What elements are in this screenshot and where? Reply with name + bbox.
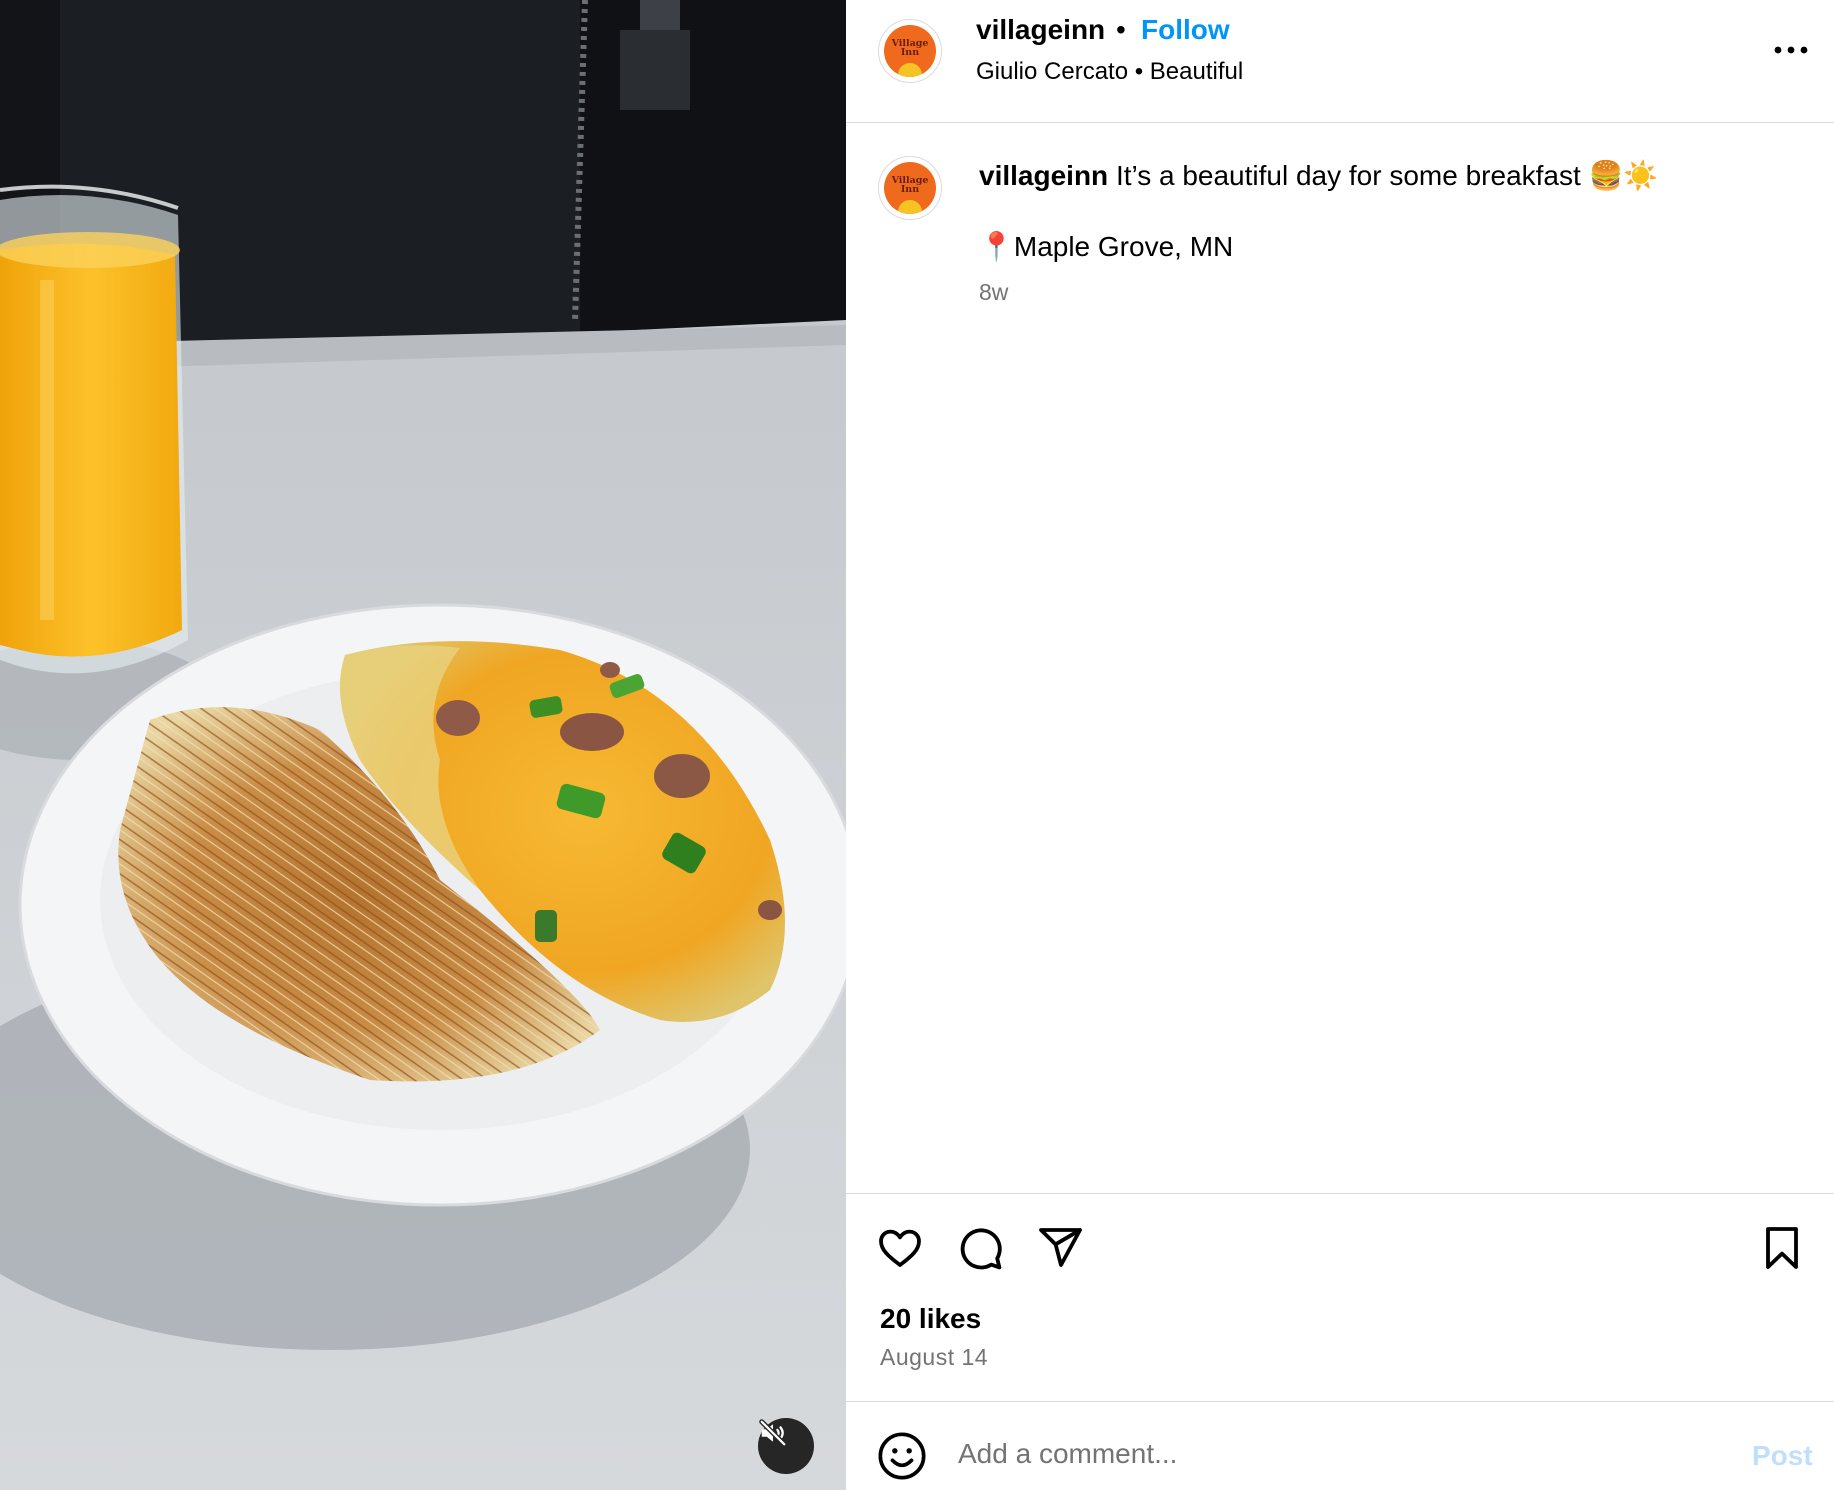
bookmark-icon <box>1766 1227 1798 1269</box>
logo-text: Village Inn <box>891 175 929 195</box>
caption-text: villageinn It’s a beautiful day for some… <box>979 158 1799 194</box>
action-bar: 20 likes August 14 <box>846 1193 1834 1400</box>
post-header: Village Inn villageinn • Follow Giulio C… <box>846 0 1834 123</box>
comment-bar: Post <box>846 1401 1834 1490</box>
likes-count[interactable]: 20 likes <box>880 1303 981 1335</box>
like-button[interactable] <box>874 1222 926 1274</box>
mute-toggle-button[interactable] <box>758 1418 814 1474</box>
caption-location: 📍Maple Grove, MN <box>979 231 1234 262</box>
header-username[interactable]: villageinn <box>976 14 1105 46</box>
heart-icon <box>879 1229 921 1267</box>
post-date: August 14 <box>880 1344 989 1370</box>
post-comment-button[interactable]: Post <box>1752 1440 1813 1472</box>
emoji-smiley-icon <box>878 1432 926 1480</box>
more-options-button[interactable] <box>1766 30 1816 70</box>
speaker-muted-icon <box>759 1419 787 1447</box>
more-options-icon <box>1774 46 1808 54</box>
follow-button[interactable]: Follow <box>1141 14 1230 46</box>
breakfast-photo <box>0 0 846 1490</box>
caption-body: It’s a beautiful day for some breakfast … <box>1115 160 1659 191</box>
comment-input[interactable] <box>958 1426 1678 1482</box>
village-inn-logo: Village Inn <box>884 162 936 214</box>
comment-bubble-icon <box>960 1228 1002 1270</box>
save-button[interactable] <box>1756 1222 1808 1274</box>
comment-button[interactable] <box>954 1222 1006 1274</box>
audio-attribution[interactable]: Giulio Cercato • Beautiful <box>976 58 1243 86</box>
post-details-panel: Village Inn villageinn • Follow Giulio C… <box>846 0 1834 1490</box>
avatar[interactable]: Village Inn <box>878 19 942 83</box>
caption-avatar[interactable]: Village Inn <box>878 156 942 220</box>
paper-plane-icon <box>1039 1228 1082 1267</box>
emoji-button[interactable] <box>876 1430 928 1482</box>
header-separator: • <box>1116 14 1126 45</box>
logo-text: Village Inn <box>891 38 929 58</box>
caption-timestamp[interactable]: 8w <box>979 279 1008 306</box>
village-inn-logo: Village Inn <box>884 25 936 77</box>
share-button[interactable] <box>1034 1222 1086 1274</box>
post-media[interactable] <box>0 0 846 1490</box>
caption-username[interactable]: villageinn <box>979 160 1108 191</box>
